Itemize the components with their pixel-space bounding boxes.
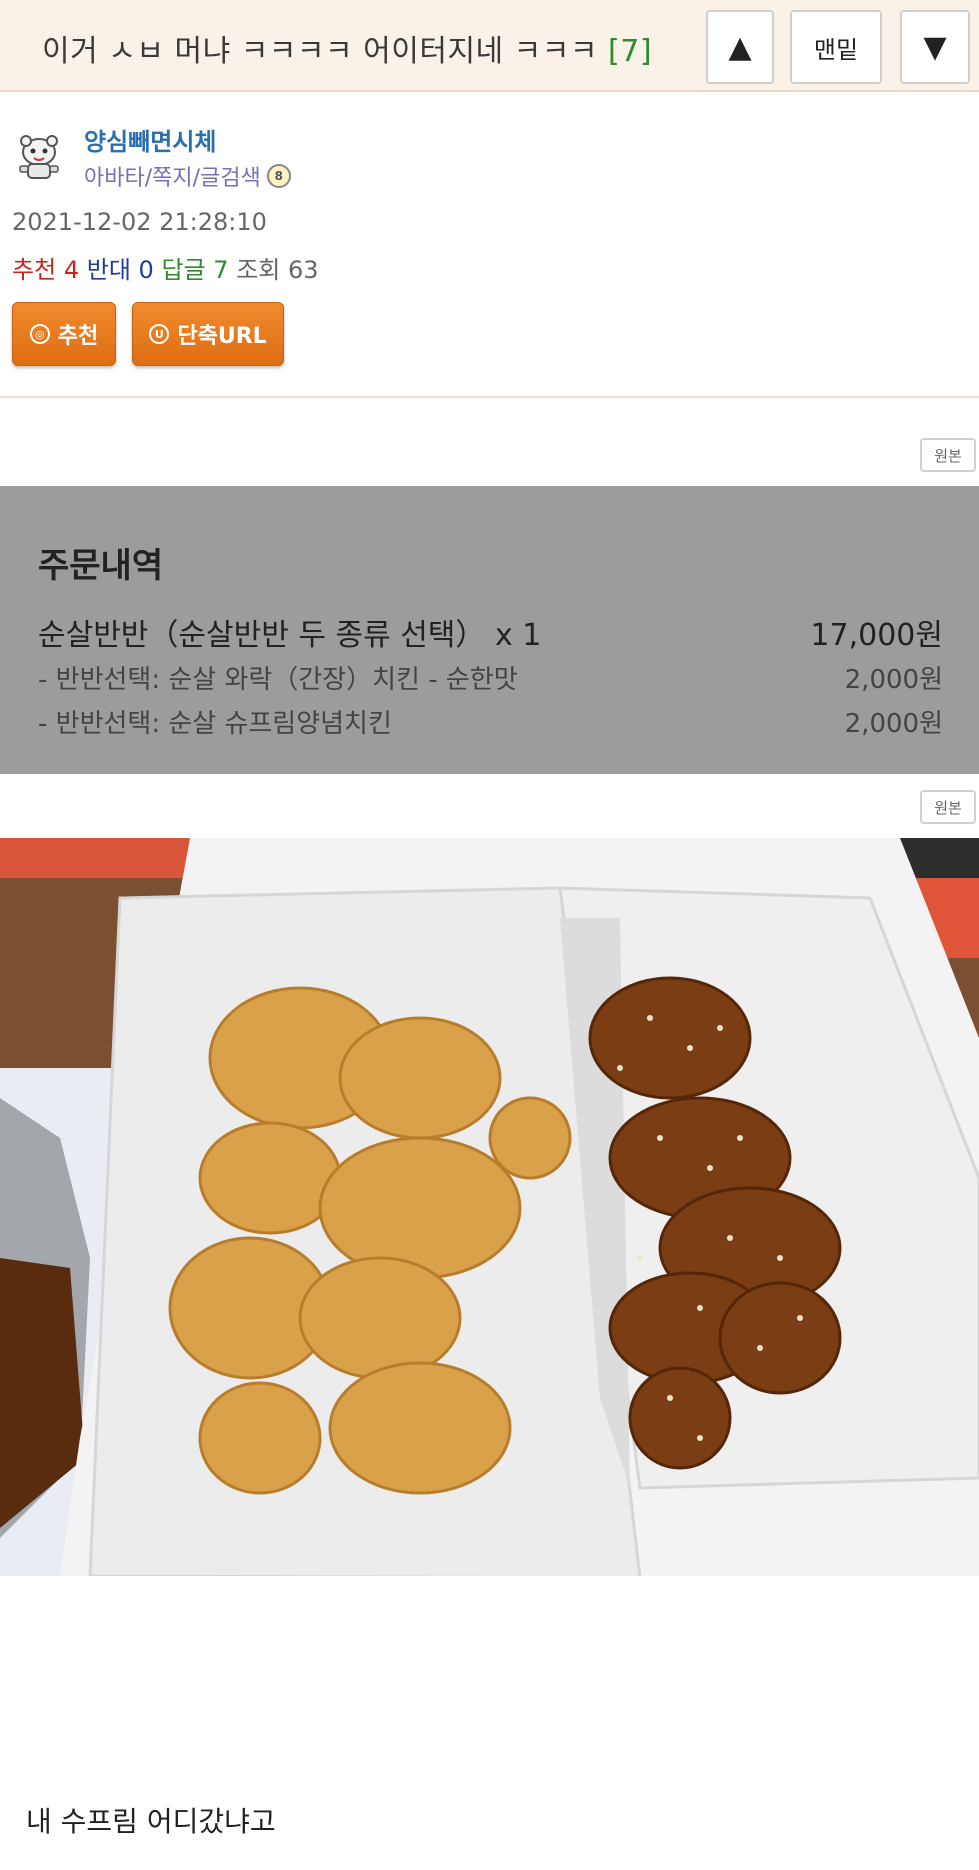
comment-count[interactable]: [7] xyxy=(608,34,652,69)
recommend-label: 추천 xyxy=(12,256,57,284)
original-image-button[interactable]: 원본 xyxy=(920,438,976,472)
recommend-icon: ◎ xyxy=(29,324,50,344)
order-option: - 반반선택: 순살 슈프림양념치킨 xyxy=(38,709,392,739)
author-links-text[interactable]: 아바타/쪽지/글검색 xyxy=(84,160,261,192)
short-url-icon: U xyxy=(149,324,170,344)
view-count: 63 xyxy=(288,256,319,284)
oppose-label: 반대 xyxy=(86,256,131,284)
reply-label: 답글 xyxy=(161,256,206,284)
triangle-down-icon: ▼ xyxy=(923,29,947,65)
post-title-text: 이거 ㅅㅂ 머냐 ㅋㅋㅋㅋ 어이터지네 ㅋㅋㅋ xyxy=(42,34,598,69)
recommend-button[interactable]: ◎ 추천 xyxy=(12,302,116,366)
post-title: 이거 ㅅㅂ 머냐 ㅋㅋㅋㅋ 어이터지네 ㅋㅋㅋ [7] xyxy=(42,26,652,70)
order-title: 주문내역 xyxy=(38,546,164,586)
order-option-price: 2,000원 xyxy=(844,709,943,739)
post-stats: 추천 4 반대 0 답글 7 조회 63 xyxy=(12,250,319,285)
author-links: 아바타/쪽지/글검색 8 xyxy=(84,160,291,192)
short-url-button[interactable]: U 단축URL xyxy=(132,302,284,366)
order-option-price: 2,000원 xyxy=(844,665,943,695)
recommend-button-label: 추천 xyxy=(57,324,99,349)
view-label: 조회 xyxy=(236,256,281,284)
header-divider xyxy=(0,396,979,398)
post-body-text: 내 수프림 어디갔냐고 xyxy=(26,1805,276,1838)
recommend-count: 4 xyxy=(63,256,80,284)
avatar[interactable] xyxy=(14,132,64,184)
order-option: - 반반선택: 순살 와락（간장）치킨 - 순한맛 xyxy=(38,665,518,695)
post-header: 이거 ㅅㅂ 머냐 ㅋㅋㅋㅋ 어이터지네 ㅋㅋㅋ [7] ▲ 맨밑 ▼ xyxy=(0,0,979,92)
original-image-button[interactable]: 원본 xyxy=(920,790,976,824)
triangle-up-icon: ▲ xyxy=(728,29,752,65)
short-url-button-label: 단축URL xyxy=(177,324,267,349)
order-history-image: 주문내역 순살반반（순살반반 두 종류 선택） x 1 17,000원 - 반반… xyxy=(0,486,979,774)
scroll-up-button[interactable]: ▲ xyxy=(706,10,774,84)
oppose-count: 0 xyxy=(138,256,154,284)
level-badge-icon: 8 xyxy=(266,164,291,188)
post-datetime: 2021-12-02 21:28:10 xyxy=(12,208,267,236)
scroll-bottom-button[interactable]: 맨밑 xyxy=(790,10,882,84)
order-item: 순살반반（순살반반 두 종류 선택） x 1 xyxy=(38,618,542,653)
author-nickname[interactable]: 양심빼면시체 xyxy=(84,122,216,157)
chicken-photo xyxy=(0,838,979,1576)
reply-count: 7 xyxy=(213,256,229,284)
scroll-down-button[interactable]: ▼ xyxy=(900,10,970,84)
order-item-price: 17,000원 xyxy=(810,618,943,653)
